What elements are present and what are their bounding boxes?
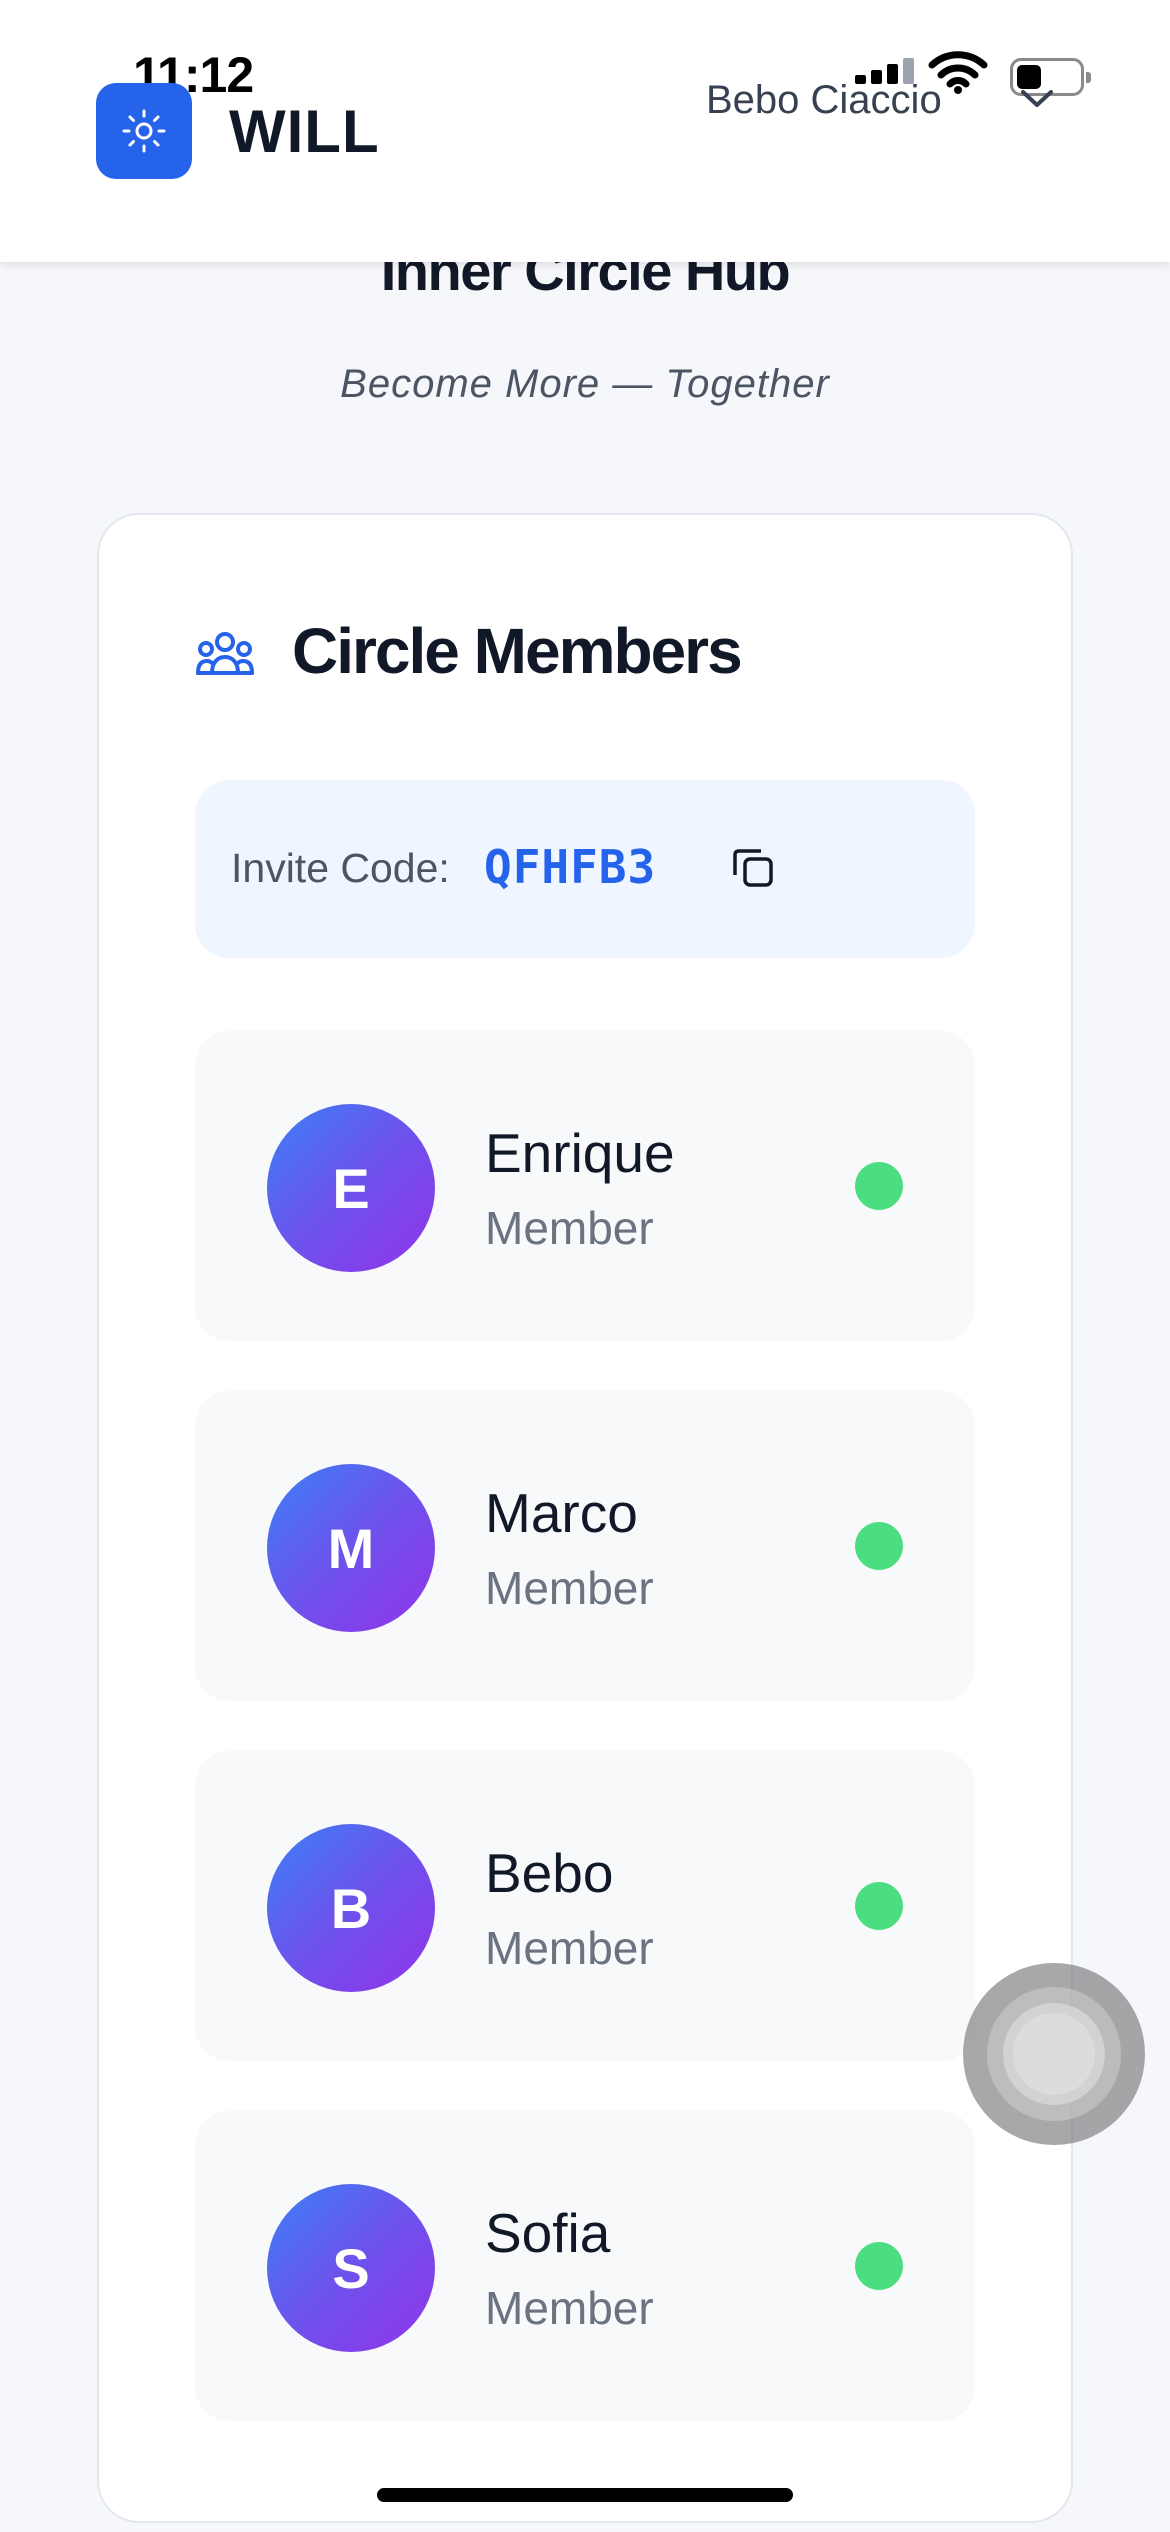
member-item-marco[interactable]: M Marco Member (195, 1391, 975, 1701)
sun-icon (122, 109, 166, 153)
member-name: Bebo (485, 1842, 614, 1904)
avatar: B (267, 1824, 435, 1992)
avatar: M (267, 1464, 435, 1632)
users-group-icon (196, 632, 254, 675)
invite-code-value[interactable]: QFHFB3 (484, 840, 656, 894)
invite-code-label: Invite Code: (231, 845, 450, 891)
avatar: S (267, 2184, 435, 2352)
app-name[interactable]: WILL (229, 97, 380, 166)
member-name: Enrique (485, 1122, 675, 1184)
page-subtitle: Become More — Together (340, 362, 830, 406)
online-status-dot (855, 1522, 903, 1570)
member-item-bebo[interactable]: B Bebo Member (195, 1751, 975, 2061)
online-status-dot (855, 1162, 903, 1210)
home-indicator[interactable] (377, 2488, 793, 2502)
user-menu-name[interactable]: Bebo Ciaccio (706, 78, 942, 123)
member-item-sofia[interactable]: S Sofia Member (195, 2111, 975, 2421)
logo-tile[interactable] (96, 83, 192, 179)
member-name: Sofia (485, 2202, 611, 2264)
online-status-dot (855, 2242, 903, 2290)
avatar: E (267, 1104, 435, 1272)
online-status-dot (855, 1882, 903, 1930)
member-role: Member (485, 2282, 654, 2334)
card-title: Circle Members (292, 615, 743, 687)
member-role: Member (485, 1202, 654, 1254)
copy-icon (733, 849, 773, 887)
screen: Inner Circle Hub Become More — Together … (0, 0, 1170, 2532)
chevron-down-icon[interactable] (1017, 84, 1057, 112)
member-role: Member (485, 1562, 654, 1614)
app-header: 11:12 WILL Bebo Ciaccio (0, 0, 1170, 262)
copy-invite-code-button[interactable] (724, 838, 782, 896)
assistive-touch-button[interactable] (963, 1963, 1145, 2145)
member-item-enrique[interactable]: E Enrique Member (195, 1031, 975, 1341)
member-role: Member (485, 1922, 654, 1974)
member-name: Marco (485, 1482, 638, 1544)
